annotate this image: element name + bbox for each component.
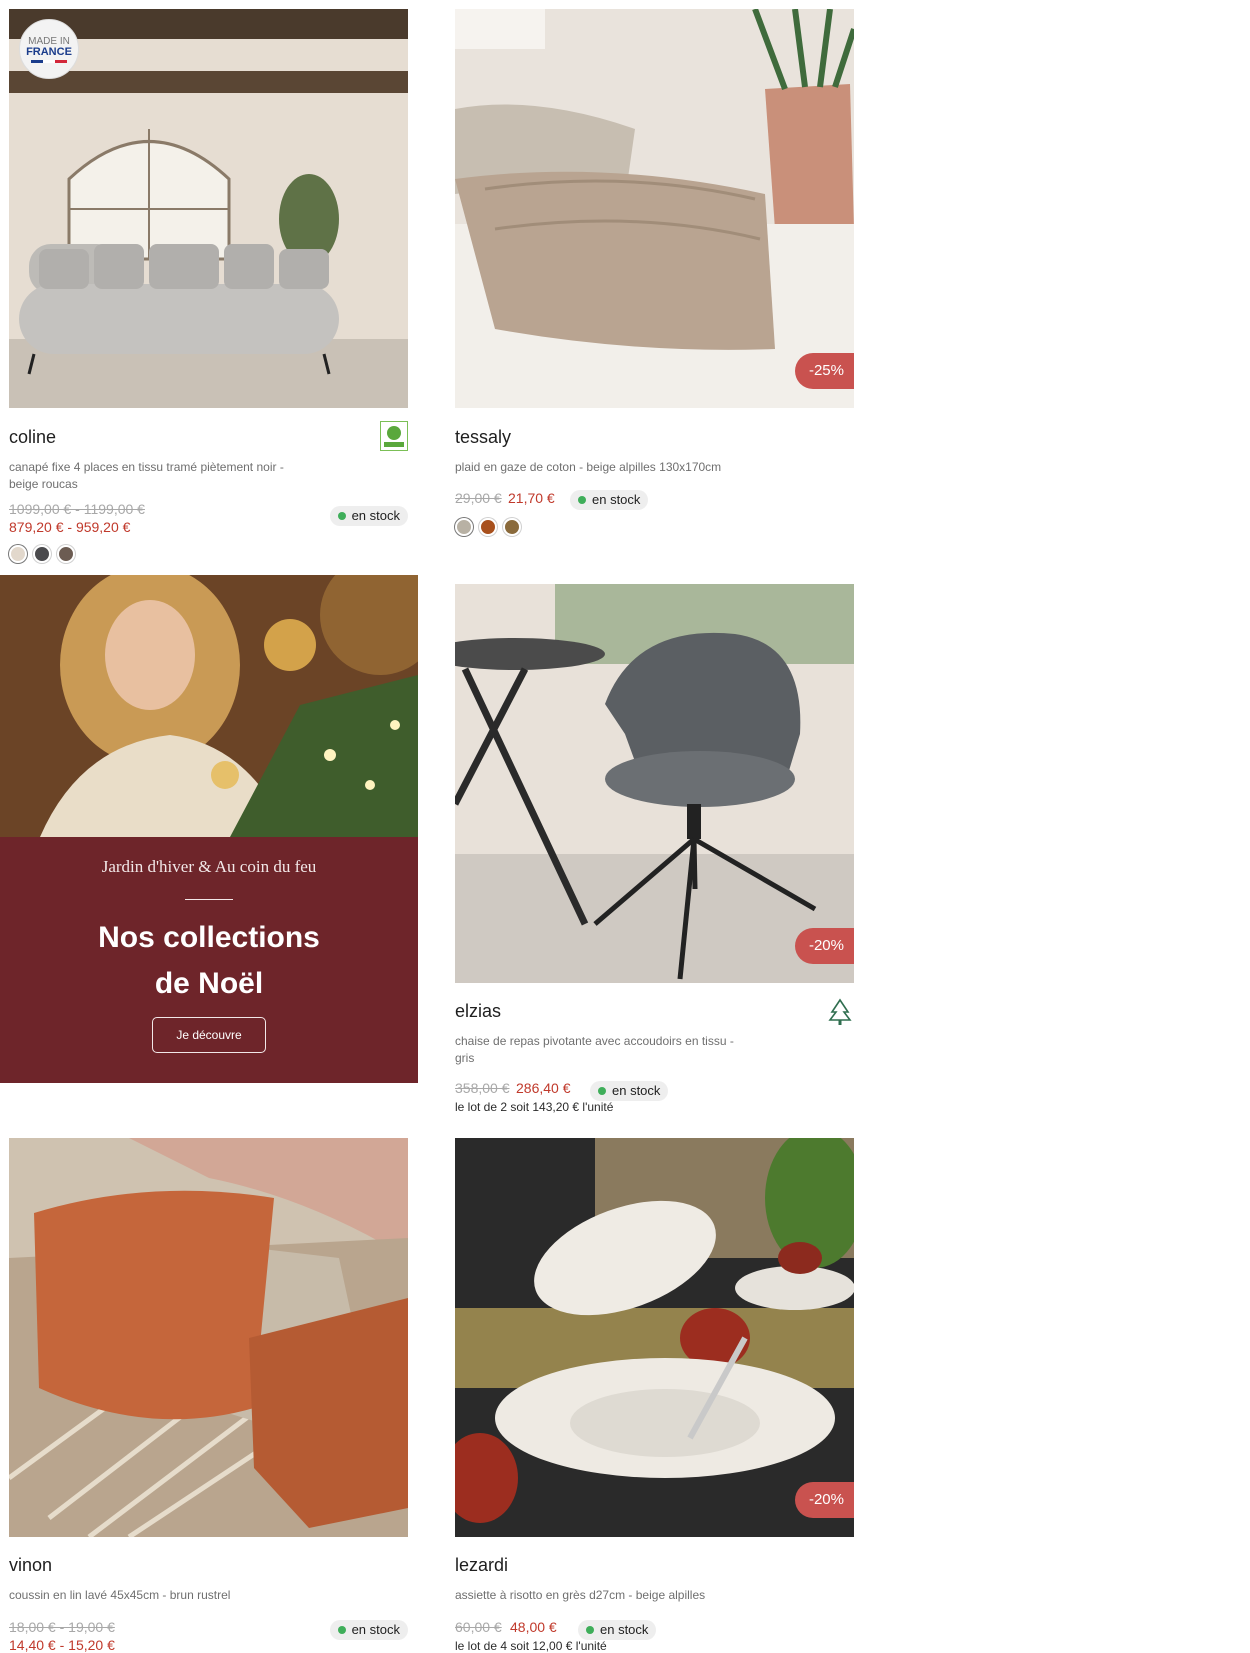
stock-dot-icon bbox=[578, 496, 586, 504]
color-swatch-beige[interactable] bbox=[455, 518, 473, 536]
color-swatches bbox=[9, 545, 75, 563]
stock-label: en stock bbox=[351, 508, 400, 523]
product-description: chaise de repas pivotante avec accoudoir… bbox=[455, 1034, 734, 1065]
price-old: 18,00 € - 19,00 € bbox=[9, 1619, 115, 1635]
stock-dot-icon bbox=[337, 512, 346, 520]
product-image-coline[interactable]: MADE IN FRANCE bbox=[9, 9, 408, 408]
price-new: 14,40 € - 15,20 € bbox=[9, 1637, 115, 1653]
lot-info: le lot de 2 soit 143,20 € l'unité bbox=[455, 1100, 614, 1114]
product-description: coussin en lin lavé 45x45cm - brun rustr… bbox=[9, 1588, 231, 1602]
price-new: 286,40 € bbox=[516, 1080, 571, 1096]
made-in-label: MADE IN bbox=[28, 35, 70, 47]
color-swatch-rust[interactable] bbox=[479, 518, 497, 536]
fsc-icon bbox=[826, 998, 854, 1028]
product-image-vinon[interactable] bbox=[9, 1138, 408, 1537]
stock-badge: en stock bbox=[329, 1620, 408, 1640]
discount-badge: -20% bbox=[794, 1482, 854, 1518]
stock-label: en stock bbox=[592, 492, 641, 507]
product-title[interactable]: coline bbox=[9, 427, 56, 448]
product-title[interactable]: vinon bbox=[9, 1555, 52, 1576]
promo-image bbox=[0, 575, 418, 837]
price-old: 60,00 € bbox=[455, 1619, 502, 1635]
promo-title-line2: de Noël bbox=[154, 967, 264, 1000]
stock-badge: en stock bbox=[590, 1081, 669, 1101]
promo-subtitle: Jardin d'hiver & Au coin du feu bbox=[101, 857, 317, 876]
product-image-lezardi[interactable]: -20% bbox=[455, 1138, 854, 1537]
stock-badge: en stock bbox=[578, 1620, 657, 1640]
product-title[interactable]: tessaly bbox=[455, 427, 511, 448]
color-swatch-brown[interactable] bbox=[57, 545, 75, 563]
promo-band: Jardin d'hiver & Au coin du feu Nos coll… bbox=[0, 837, 418, 1083]
discount-badge: -25% bbox=[794, 353, 854, 389]
promo-title-line1: Nos collections bbox=[98, 921, 320, 954]
product-description: assiette à risotto en grès d27cm - beige… bbox=[455, 1588, 706, 1602]
color-swatches bbox=[455, 518, 521, 536]
product-title[interactable]: lezardi bbox=[455, 1555, 508, 1576]
product-image-elzias[interactable]: -20% bbox=[455, 584, 854, 983]
price-old: 358,00 € bbox=[455, 1080, 510, 1096]
color-swatch-beige[interactable] bbox=[9, 545, 27, 563]
stock-badge: en stock bbox=[570, 490, 649, 510]
discover-button[interactable]: Je découvre bbox=[152, 1017, 266, 1053]
discount-badge: -20% bbox=[794, 928, 854, 964]
stock-dot-icon bbox=[598, 1087, 606, 1095]
price-old: 1099,00 € - 1199,00 € bbox=[9, 501, 145, 517]
price-new: 48,00 € bbox=[510, 1619, 557, 1635]
price-new: 879,20 € - 959,20 € bbox=[9, 519, 131, 535]
product-image-tessaly[interactable]: -25% bbox=[455, 9, 854, 408]
stock-label: en stock bbox=[612, 1083, 661, 1098]
product-card-tessaly[interactable]: -25% tessaly plaid en gaze de coton - be… bbox=[455, 9, 854, 539]
made-in-france-badge: MADE IN FRANCE bbox=[19, 19, 79, 79]
product-card-lezardi[interactable]: -20% lezardi assiette à risotto en grès … bbox=[455, 1138, 854, 1653]
french-flag-icon bbox=[31, 59, 67, 63]
price-old: 29,00 € bbox=[455, 490, 502, 506]
color-swatch-ochre[interactable] bbox=[503, 518, 521, 536]
promo-divider bbox=[185, 899, 233, 900]
price-new: 21,70 € bbox=[508, 490, 555, 506]
lot-info: le lot de 4 soit 12,00 € l'unité bbox=[455, 1639, 607, 1653]
stock-badge: en stock bbox=[329, 506, 408, 526]
product-description: canapé fixe 4 places en tissu tramé pièt… bbox=[9, 460, 284, 491]
product-card-elzias[interactable]: -20% elzias chaise de repas pivotante av… bbox=[455, 584, 854, 1124]
product-card-vinon[interactable]: vinon coussin en lin lavé 45x45cm - brun… bbox=[9, 1138, 408, 1653]
product-card-coline[interactable]: MADE IN FRANCE coline canapé fixe 4 plac… bbox=[9, 9, 408, 569]
product-title[interactable]: elzias bbox=[455, 1001, 501, 1022]
stock-dot-icon bbox=[337, 1626, 346, 1634]
country-label: FRANCE bbox=[26, 45, 72, 58]
color-swatch-dark-gray[interactable] bbox=[33, 545, 51, 563]
pefc-icon bbox=[380, 421, 408, 451]
stock-label: en stock bbox=[351, 1622, 400, 1637]
stock-label: en stock bbox=[600, 1622, 649, 1637]
product-description: plaid en gaze de coton - beige alpilles … bbox=[455, 460, 722, 474]
stock-dot-icon bbox=[586, 1626, 594, 1634]
promo-title: Nos collections de Noël bbox=[0, 915, 418, 1007]
promo-banner[interactable]: Jardin d'hiver & Au coin du feu Nos coll… bbox=[0, 575, 418, 1083]
